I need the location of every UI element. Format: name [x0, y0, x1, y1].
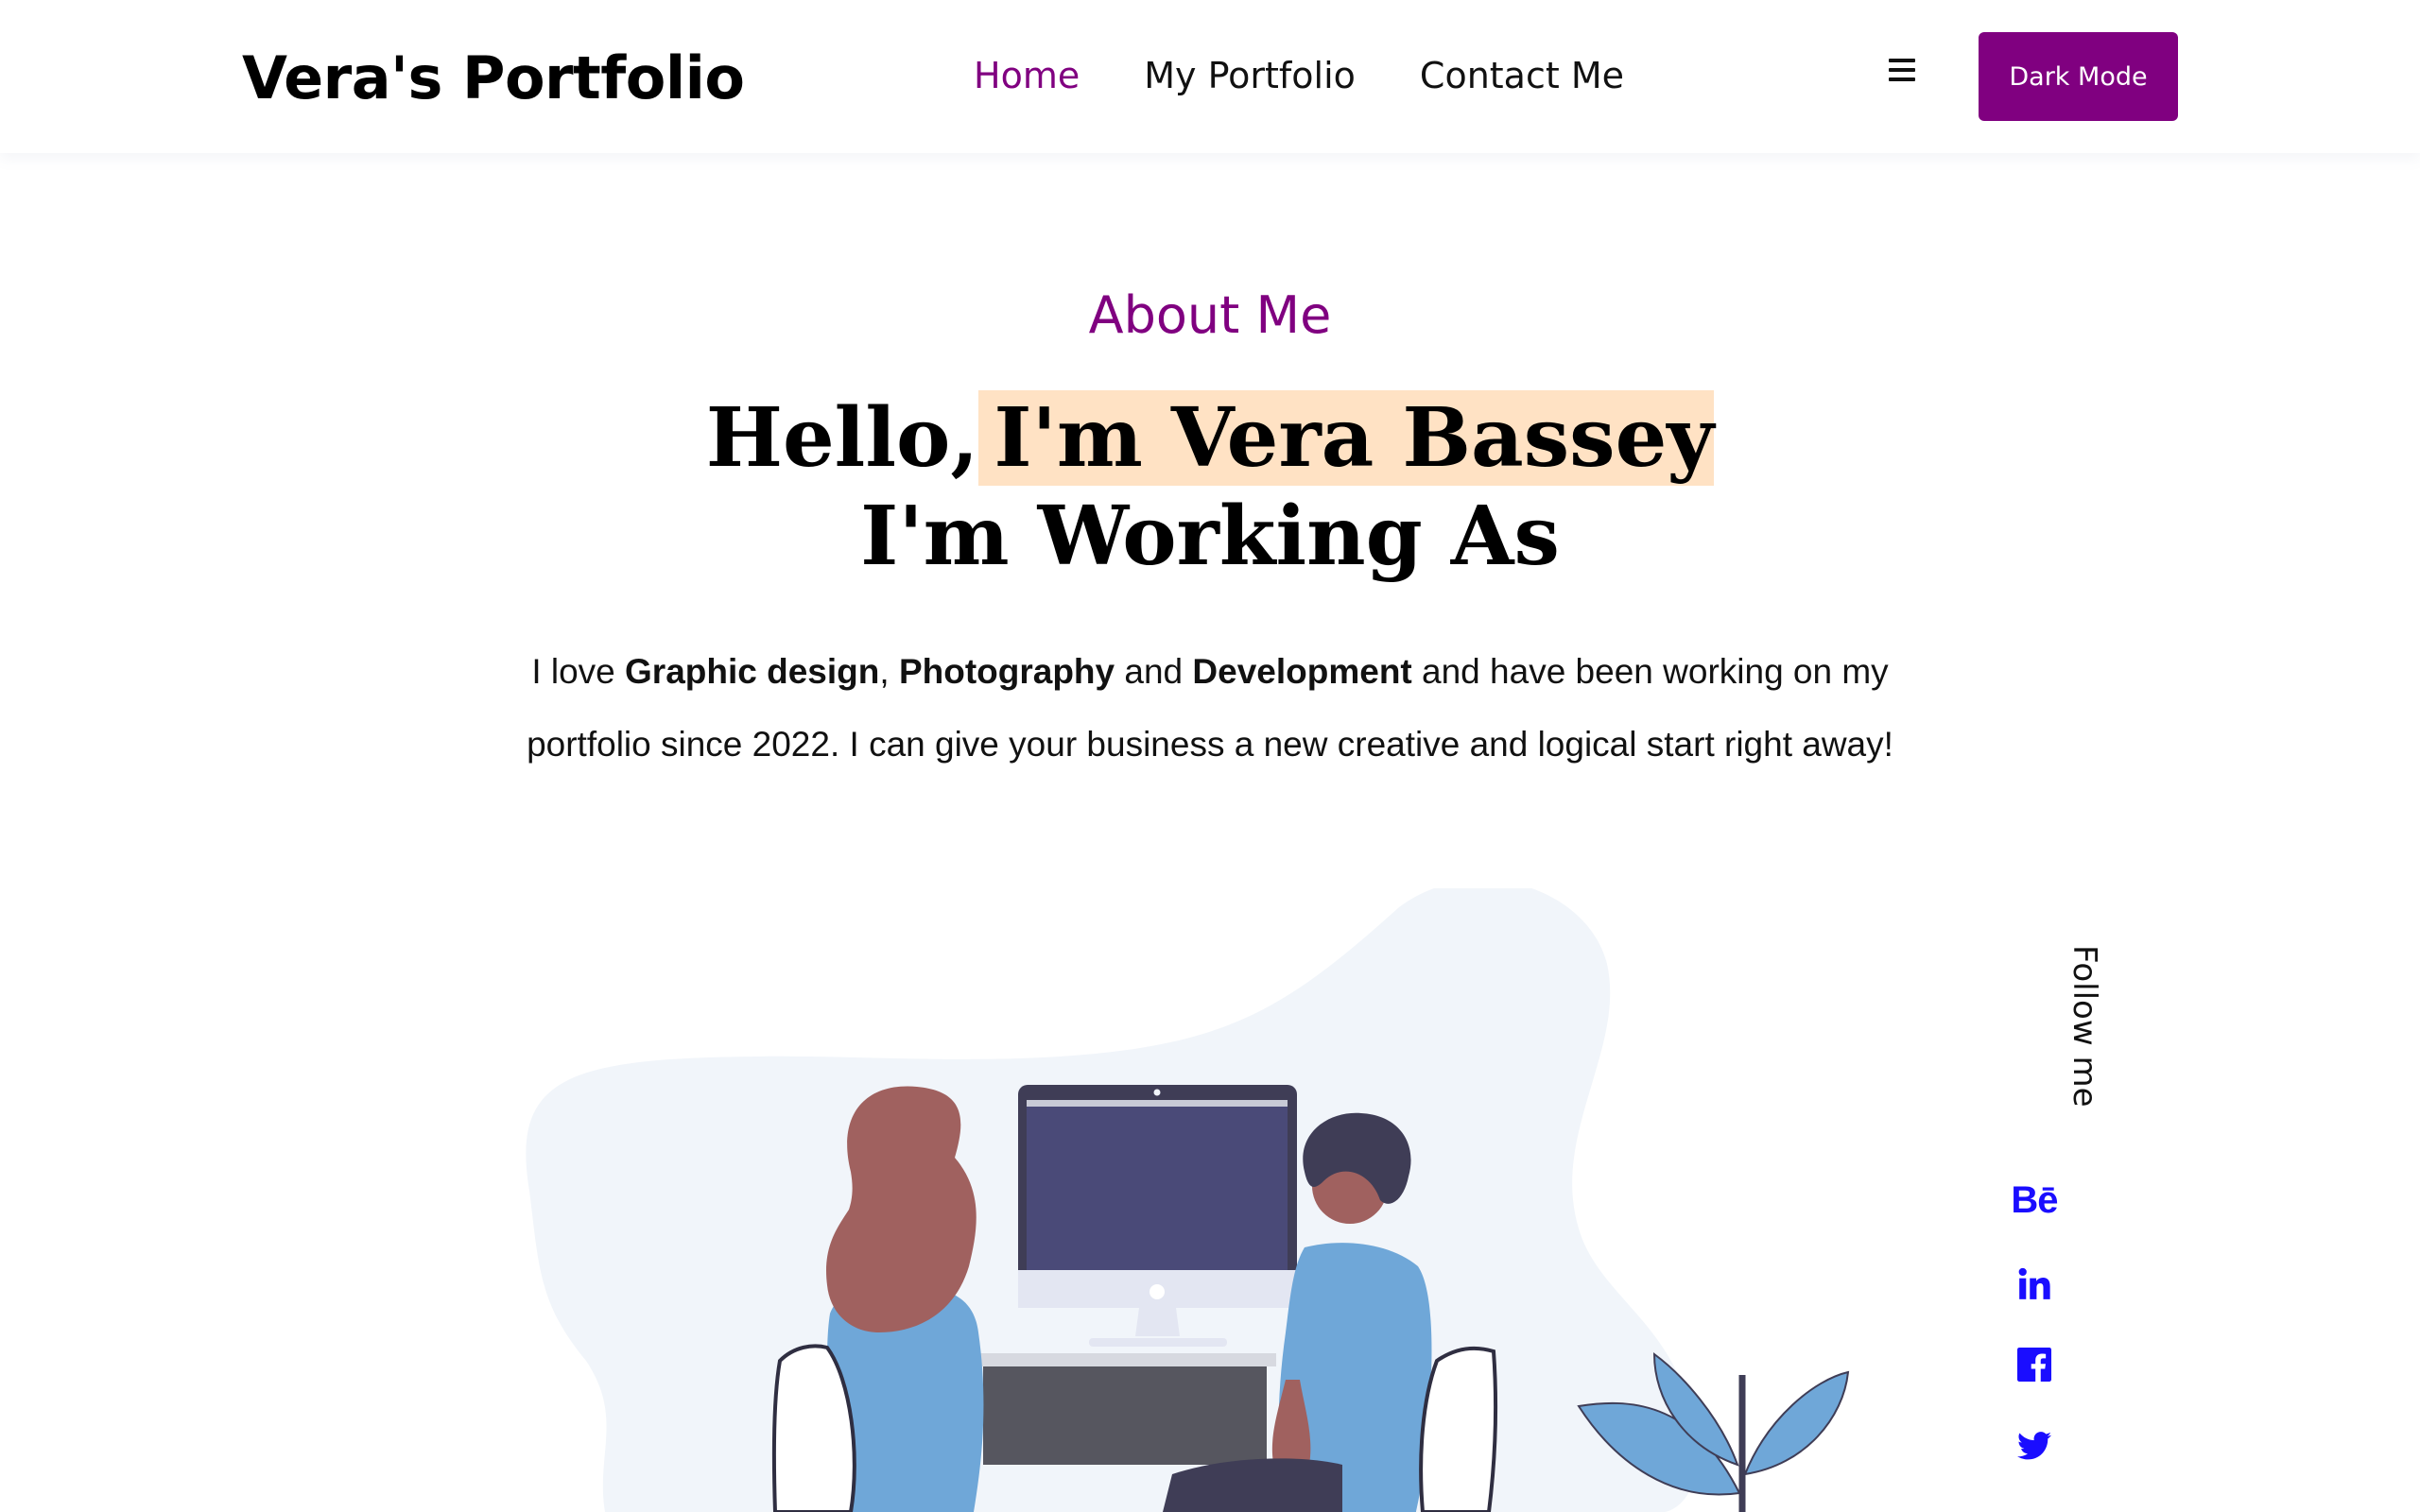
- headline-name-highlight: I'm Vera Bassey: [978, 390, 1715, 486]
- main-nav: Home My Portfolio Contact Me: [974, 55, 1688, 96]
- monitor-camera: [1153, 1089, 1161, 1096]
- intro-text: ,: [879, 652, 899, 691]
- twitter-icon[interactable]: [2006, 1431, 2063, 1461]
- linkedin-glyph: [2018, 1267, 2050, 1299]
- monitor-base: [1089, 1338, 1227, 1347]
- section-eyebrow: About Me: [1088, 285, 1332, 345]
- man-chair: [1419, 1346, 1498, 1512]
- hero-headline: Hello, I'm Vera Bassey I'm Working As: [0, 389, 2420, 586]
- nav-contact-me[interactable]: Contact Me: [1420, 55, 1624, 96]
- site-header: Vera's Portfolio Home My Portfolio Conta…: [0, 0, 2420, 153]
- behance-glyph: Bē: [2011, 1179, 2058, 1221]
- page: Vera's Portfolio Home My Portfolio Conta…: [0, 0, 2420, 1512]
- intro-paragraph: I love Graphic design, Photography and D…: [510, 635, 1910, 781]
- facebook-glyph: [2017, 1348, 2051, 1382]
- menu-bar: [1889, 68, 1915, 72]
- intro-text: I love: [531, 652, 626, 691]
- linkedin-icon[interactable]: [2006, 1266, 2063, 1302]
- follow-me-text: Follow me: [2066, 945, 2103, 1108]
- hamburger-menu-icon[interactable]: [1889, 59, 1915, 81]
- monitor-stand: [1135, 1308, 1180, 1336]
- nav-home[interactable]: Home: [974, 55, 1080, 96]
- plant-leaf: [1743, 1370, 1850, 1476]
- facebook-icon[interactable]: [2006, 1348, 2063, 1382]
- intro-text: and: [1115, 652, 1193, 691]
- behance-icon[interactable]: Bē: [2006, 1179, 2063, 1221]
- brand-logo[interactable]: Vera's Portfolio: [242, 43, 745, 112]
- headline-role-line: I'm Working As: [860, 489, 1560, 584]
- twitter-glyph: [2017, 1432, 2051, 1460]
- skill-graphic-design: Graphic design: [625, 652, 880, 691]
- headline-greeting: Hello,: [705, 390, 979, 486]
- monitor-screen: [1027, 1100, 1288, 1270]
- desk-front: [983, 1366, 1267, 1465]
- hero-illustration: [526, 888, 1850, 1512]
- menu-bar: [1889, 77, 1915, 81]
- desk-top: [964, 1353, 1276, 1366]
- monitor-topbar: [1027, 1100, 1288, 1107]
- skill-photography: Photography: [898, 652, 1115, 691]
- skill-development: Development: [1192, 652, 1412, 691]
- monitor-logo: [1150, 1284, 1165, 1299]
- dark-mode-button[interactable]: Dark Mode: [1979, 32, 2178, 121]
- menu-bar: [1889, 59, 1915, 62]
- follow-me-label: Follow me: [2051, 945, 2118, 1125]
- nav-my-portfolio[interactable]: My Portfolio: [1144, 55, 1356, 96]
